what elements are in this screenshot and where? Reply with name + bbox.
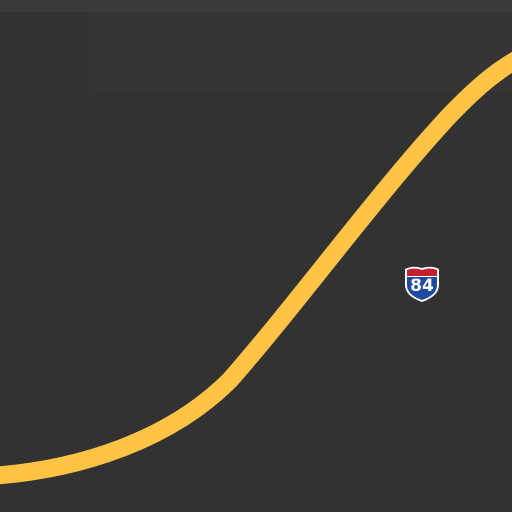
map-view[interactable]: 84 xyxy=(0,0,512,512)
tile-seam-top xyxy=(0,0,512,12)
tile-seam-panel xyxy=(90,12,512,92)
route-number-label: 84 xyxy=(410,276,434,296)
map-canvas[interactable]: 84 xyxy=(0,0,512,512)
